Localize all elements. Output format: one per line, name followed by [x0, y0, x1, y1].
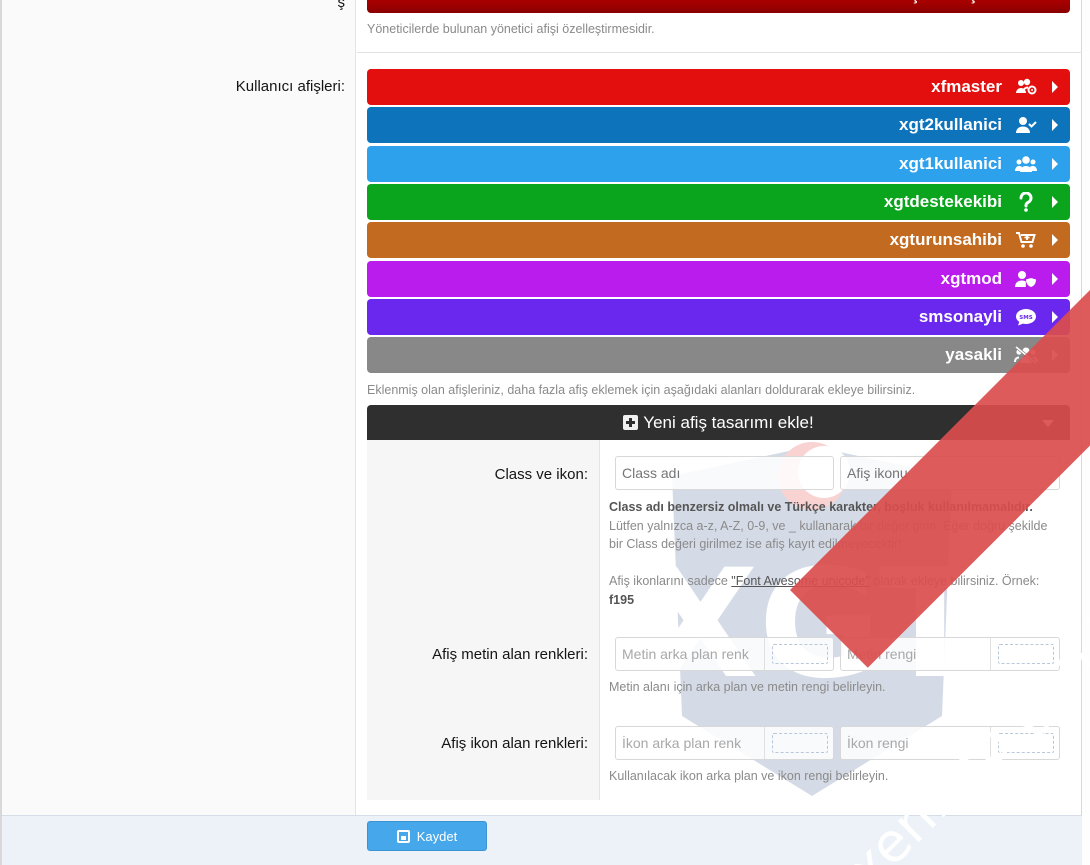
class-format-text: Lütfen yalnızca a-z, A-Z, 0-9, ve _ kull… [609, 518, 1048, 552]
save-icon [396, 829, 410, 843]
text-color-placeholder: Metin rengi [847, 646, 917, 662]
class-rule-text: Class adı benzersiz olmalı ve Türkçe kar… [609, 500, 1033, 514]
user-banners-label: Kullanıcı afişleri: [235, 78, 345, 95]
user-banner-xgtmod[interactable]: xgtmod [367, 261, 1070, 297]
banner-name: xgt2kullanici [899, 115, 1002, 134]
banner-name: smsonayli [918, 307, 1002, 326]
user-check-icon [1014, 115, 1038, 135]
text-colors-label: Afiş metin alan renkleri: [432, 646, 588, 663]
icon-color-input[interactable]: İkon rengi [840, 726, 1060, 760]
users-cog-icon [1014, 77, 1038, 97]
color-picker-swatch[interactable] [772, 644, 828, 664]
text-colors-explain: Metin alanı için arka plan ve metin reng… [609, 680, 886, 694]
separator [990, 727, 991, 759]
banner-name: xgtdestekekibi [883, 192, 1002, 211]
color-picker-swatch[interactable] [998, 733, 1054, 753]
separator [990, 638, 991, 670]
user-banner-xfmaster[interactable]: xfmaster [367, 69, 1070, 105]
question-icon [1014, 192, 1038, 212]
color-picker-swatch[interactable] [998, 644, 1054, 664]
label-column: ş Kullanıcı afişleri: [2, 0, 356, 815]
class-icon-label: Class ve ikon: [494, 466, 588, 483]
text-bg-color-placeholder: Metin arka plan renk [622, 646, 749, 662]
icon-bg-color-input[interactable]: İkon arka plan renk [615, 726, 834, 760]
users-icon [1014, 154, 1038, 174]
text-color-input[interactable]: Metin rengi [840, 637, 1060, 671]
icon-color-placeholder: İkon rengi [847, 735, 909, 751]
icon-rule-pre: Afiş ikonlarını sadece [609, 574, 728, 588]
separator [764, 727, 765, 759]
cart-plus-icon [1014, 230, 1038, 250]
font-awesome-link[interactable]: "Font Awesome unicode" [731, 574, 870, 588]
caret-right-icon[interactable] [1052, 234, 1058, 246]
separator [764, 638, 765, 670]
color-picker-swatch[interactable] [772, 733, 828, 753]
caret-right-icon[interactable] [1052, 158, 1058, 170]
banner-name: xfmaster [931, 77, 1002, 96]
icon-colors-explain: Kullanılacak ikon arka plan ve ikon reng… [609, 769, 889, 783]
new-banner-toggle[interactable]: Yeni afiş tasarımı ekle! [367, 405, 1070, 440]
banner-name: xgtmod [940, 269, 1002, 288]
new-banner-header: Yeni afiş tasarımı ekle! [643, 412, 814, 432]
caret-right-icon[interactable] [1052, 311, 1058, 323]
banner-name: xgturunsahibi [889, 230, 1002, 249]
admin-banner-label: ş [337, 0, 346, 11]
caret-right-icon[interactable] [1052, 273, 1058, 285]
divider [357, 52, 1082, 53]
caret-right-icon[interactable] [1052, 196, 1058, 208]
admin-banner-hint: Yöneticilerde bulunan yönetici afişi öze… [367, 22, 655, 36]
user-banners-hint: Eklenmiş olan afişleriniz, daha fazla af… [367, 383, 916, 397]
icon-colors-label: Afiş ikon alan renkleri: [441, 735, 588, 752]
user-banner-yasakli[interactable]: yasakli [367, 337, 1070, 373]
caret-right-icon[interactable] [1052, 119, 1058, 131]
user-shield-icon [1014, 269, 1038, 289]
caret-down-icon [1042, 420, 1054, 427]
user-banner-smsonayli[interactable]: smsonayli SMS [367, 299, 1070, 335]
icon-bg-color-placeholder: İkon arka plan renk [622, 735, 742, 751]
user-banner-xgt1kullanici[interactable]: xgt1kullanici [367, 146, 1070, 182]
caret-right-icon[interactable] [1052, 349, 1058, 361]
class-name-input[interactable] [615, 456, 834, 490]
sms-icon: SMS [1014, 307, 1038, 327]
plus-square-icon [623, 415, 639, 430]
save-label: Kaydet [416, 828, 458, 844]
class-icon-explain: Class adı benzersiz olmalı ve Türkçe kar… [609, 498, 1057, 609]
banner-icon-input[interactable] [840, 456, 1060, 490]
user-banner-xgturunsahibi[interactable]: xgturunsahibi [367, 222, 1070, 258]
form-footer [2, 815, 1082, 865]
icon-rule-post: olarak ekleye bilirsiniz. Örnek: [873, 574, 1040, 588]
user-banner-xgtdestekekibi[interactable]: xgtdestekekibi [367, 184, 1070, 220]
users-slash-icon [1014, 345, 1038, 365]
svg-text:SMS: SMS [1019, 315, 1032, 321]
save-button[interactable]: Kaydet [367, 821, 487, 851]
user-banner-xgt2kullanici[interactable]: xgt2kullanici [367, 107, 1070, 143]
text-bg-color-input[interactable]: Metin arka plan renk [615, 637, 834, 671]
caret-right-icon[interactable] [1052, 81, 1058, 93]
icon-example: f195 [609, 592, 635, 607]
admin-banner-preview[interactable]: Yönetici afiş özelleştirmesi [367, 0, 1070, 13]
banner-name: xgt1kullanici [899, 154, 1002, 173]
banner-name: yasakli [945, 345, 1002, 364]
